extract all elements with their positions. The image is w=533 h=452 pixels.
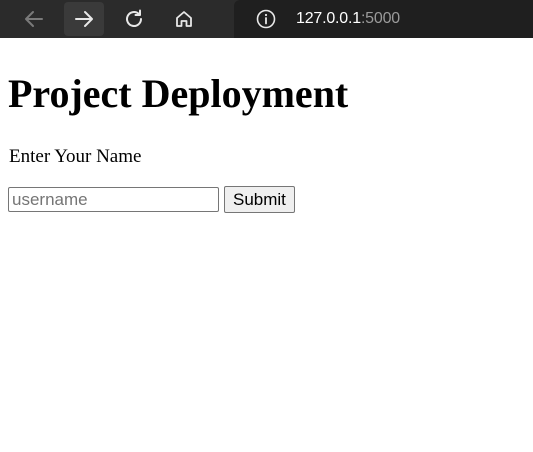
page-content: Project Deployment Enter Your Name Submi… (0, 70, 533, 213)
address-url[interactable]: 127.0.0.1:5000 (296, 10, 400, 28)
home-icon (176, 11, 192, 27)
browser-toolbar: 127.0.0.1:5000 (0, 0, 533, 38)
name-form: Submit (8, 186, 525, 213)
address-host: 127.0.0.1 (296, 10, 361, 27)
username-input[interactable] (8, 187, 219, 212)
submit-button[interactable]: Submit (224, 186, 295, 213)
page-title: Project Deployment (8, 71, 349, 116)
reload-icon (126, 9, 142, 27)
name-prompt-label: Enter Your Name (9, 146, 142, 167)
home-button[interactable] (164, 2, 204, 36)
reload-button[interactable] (114, 2, 154, 36)
forward-button[interactable] (64, 2, 104, 36)
address-bar[interactable]: 127.0.0.1:5000 (234, 0, 533, 38)
back-button[interactable] (14, 2, 54, 36)
site-info-icon[interactable] (256, 9, 276, 29)
forward-arrow-icon (75, 11, 93, 27)
address-port: :5000 (360, 10, 400, 27)
back-arrow-icon (25, 11, 43, 27)
